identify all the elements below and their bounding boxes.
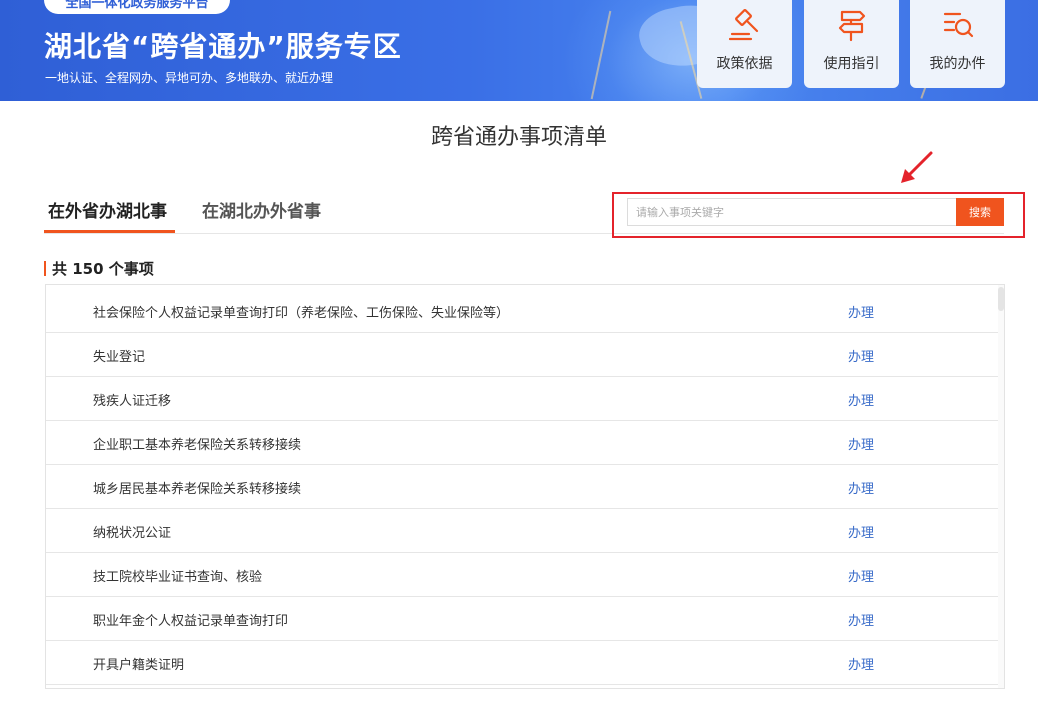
item-name: 开具户籍类证明 (93, 658, 185, 673)
handle-link[interactable]: 办理 (848, 478, 874, 497)
item-name: 城乡居民基本养老保险关系转移接续 (93, 482, 302, 497)
list-item: 城乡居民基本养老保险关系转移接续 办理 (46, 465, 998, 509)
page-title: 跨省通办事项清单 (430, 125, 607, 150)
policy-basis-label: 政策依据 (716, 56, 773, 72)
usage-guide-button[interactable]: 使用指引 (804, 0, 899, 88)
item-name: 职业年金个人权益记录单查询打印 (93, 614, 289, 629)
list-item: 残疾人证迁移 办理 (46, 377, 998, 421)
list-item: 开具户籍类证明 办理 (46, 641, 998, 685)
item-name: 失业登记 (93, 350, 146, 365)
tab-handle-hubei-in-other-provinces[interactable]: 在外省办湖北事 (48, 197, 167, 222)
list-search-icon (943, 12, 974, 38)
header-banner: 全国一体化政务服务平台 湖北省“跨省通办”服务专区 一地认证、全程网办、异地可办… (0, 0, 1038, 101)
item-name: 技工院校毕业证书查询、核验 (93, 570, 263, 585)
banner-subtitle: 一地认证、全程网办、异地可办、多地联办、就近办理 (45, 71, 334, 85)
count-prefix: 共 (52, 260, 68, 278)
list-item: 技工院校毕业证书查询、核验 办理 (46, 553, 998, 597)
signpost-icon (838, 10, 866, 42)
handle-link[interactable]: 办理 (848, 522, 874, 541)
arrow-pointer-icon (901, 151, 933, 183)
search-input[interactable] (627, 198, 956, 226)
policy-basis-button[interactable]: 政策依据 (697, 0, 792, 88)
count-number: 150 (72, 260, 104, 278)
list-scrollbar-thumb[interactable] (998, 287, 1004, 311)
list-item: 职业年金个人权益记录单查询打印 办理 (46, 597, 998, 641)
service-item-list: 社会保险个人权益记录单查询打印（养老保险、工伤保险、失业保险等） 办理 失业登记… (45, 284, 1005, 689)
handle-link[interactable]: 办理 (848, 434, 874, 453)
handle-link[interactable]: 办理 (848, 654, 874, 673)
search-button[interactable]: 搜索 (956, 198, 1004, 226)
usage-guide-label: 使用指引 (823, 56, 880, 72)
item-name: 纳税状况公证 (93, 526, 172, 541)
item-name: 社会保险个人权益记录单查询打印（养老保险、工伤保险、失业保险等） (93, 306, 510, 321)
handle-link[interactable]: 办理 (848, 346, 874, 365)
list-item: 企业职工基本养老保险关系转移接续 办理 (46, 421, 998, 465)
list-item: 失业登记 办理 (46, 333, 998, 377)
banner-title: 湖北省“跨省通办”服务专区 (44, 30, 402, 63)
item-name: 残疾人证迁移 (93, 394, 172, 409)
item-count: 共 150 个事项 (52, 258, 154, 279)
gavel-icon (729, 9, 759, 41)
my-cases-button[interactable]: 我的办件 (910, 0, 1005, 88)
platform-badge: 全国一体化政务服务平台 (44, 0, 230, 14)
list-item: 纳税状况公证 办理 (46, 509, 998, 553)
handle-link[interactable]: 办理 (848, 302, 874, 321)
tab-handle-other-provinces-in-hubei[interactable]: 在湖北办外省事 (202, 197, 321, 222)
handle-link[interactable]: 办理 (848, 610, 874, 629)
list-scrollbar[interactable] (998, 285, 1004, 688)
handle-link[interactable]: 办理 (848, 566, 874, 585)
count-suffix: 个事项 (108, 260, 154, 278)
count-marker (44, 261, 46, 276)
list-item: 社会保险个人权益记录单查询打印（养老保险、工伤保险、失业保险等） 办理 (46, 289, 998, 333)
my-cases-label: 我的办件 (929, 56, 986, 72)
handle-link[interactable]: 办理 (848, 390, 874, 409)
item-name: 企业职工基本养老保险关系转移接续 (93, 438, 302, 453)
